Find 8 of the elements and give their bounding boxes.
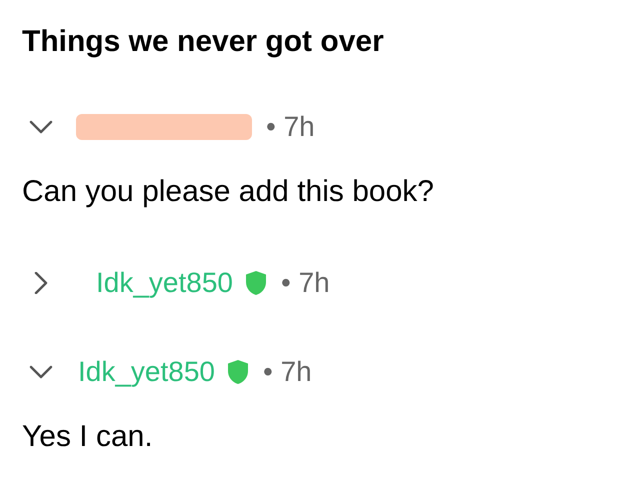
timestamp: • 7h [263, 355, 312, 389]
timestamp: • 7h [266, 110, 315, 144]
timestamp: • 7h [281, 266, 330, 300]
comment-text: Yes I can. [22, 419, 154, 455]
post-title: Things we never got over [22, 24, 385, 60]
comment-text: Can you please add this book? [22, 174, 435, 210]
username-link[interactable]: Idk_yet850 [96, 262, 233, 304]
username-link[interactable]: Idk_yet850 [78, 351, 215, 393]
